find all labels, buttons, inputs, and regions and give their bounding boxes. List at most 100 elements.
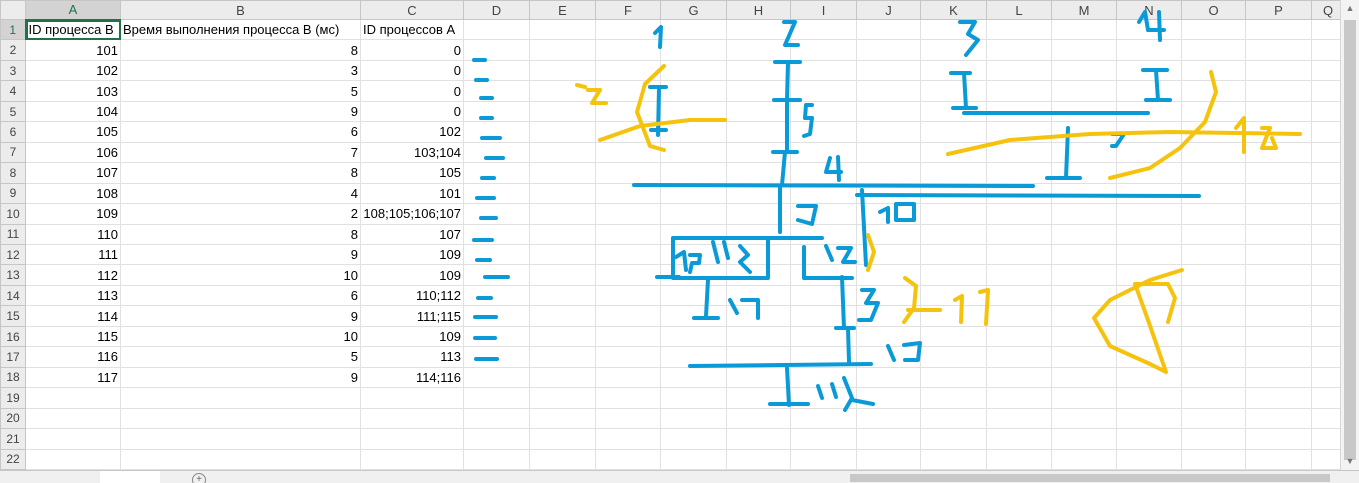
empty-cell[interactable] bbox=[463, 448, 530, 471]
row-header[interactable]: 10 bbox=[0, 203, 26, 225]
empty-cell[interactable] bbox=[856, 100, 921, 123]
cell-b[interactable] bbox=[120, 448, 361, 471]
cell-c[interactable]: 0 bbox=[360, 39, 464, 61]
column-header[interactable]: G bbox=[660, 0, 727, 20]
empty-cell[interactable] bbox=[660, 141, 727, 164]
empty-cell[interactable] bbox=[986, 141, 1052, 164]
column-header[interactable]: D bbox=[463, 0, 530, 20]
empty-cell[interactable] bbox=[1116, 243, 1182, 266]
cell-a[interactable]: 101 bbox=[25, 39, 121, 61]
column-header[interactable]: B bbox=[120, 0, 361, 20]
empty-cell[interactable] bbox=[986, 162, 1052, 184]
empty-cell[interactable] bbox=[1245, 428, 1312, 450]
empty-cell[interactable] bbox=[790, 18, 857, 41]
empty-cell[interactable] bbox=[463, 80, 530, 102]
empty-cell[interactable] bbox=[1116, 203, 1182, 225]
cell-a[interactable]: 104 bbox=[25, 100, 121, 123]
empty-cell[interactable] bbox=[595, 305, 661, 327]
empty-cell[interactable] bbox=[1116, 223, 1182, 245]
empty-cell[interactable] bbox=[1116, 100, 1182, 123]
empty-cell[interactable] bbox=[1245, 346, 1312, 368]
row-header[interactable]: 18 bbox=[0, 366, 26, 389]
empty-cell[interactable] bbox=[726, 243, 791, 266]
empty-cell[interactable] bbox=[986, 59, 1052, 82]
empty-cell[interactable] bbox=[1245, 203, 1312, 225]
cell-c[interactable]: 113 bbox=[360, 346, 464, 368]
empty-cell[interactable] bbox=[856, 141, 921, 164]
empty-cell[interactable] bbox=[595, 121, 661, 143]
empty-cell[interactable] bbox=[529, 162, 596, 184]
cell-c[interactable]: 102 bbox=[360, 121, 464, 143]
empty-cell[interactable] bbox=[529, 39, 596, 61]
scroll-up-icon[interactable]: ▲ bbox=[1341, 0, 1359, 17]
cell-a[interactable]: 108 bbox=[25, 182, 121, 205]
empty-cell[interactable] bbox=[1181, 366, 1246, 389]
empty-cell[interactable] bbox=[595, 18, 661, 41]
cell-b[interactable]: 2 bbox=[120, 203, 361, 225]
empty-cell[interactable] bbox=[726, 346, 791, 368]
empty-cell[interactable] bbox=[920, 59, 987, 82]
empty-cell[interactable] bbox=[595, 223, 661, 245]
empty-cell[interactable] bbox=[1116, 325, 1182, 348]
empty-cell[interactable] bbox=[1051, 407, 1117, 430]
row-header[interactable]: 21 bbox=[0, 428, 26, 450]
empty-cell[interactable] bbox=[529, 141, 596, 164]
column-header[interactable]: J bbox=[856, 0, 921, 20]
empty-cell[interactable] bbox=[856, 223, 921, 245]
column-header[interactable]: H bbox=[726, 0, 791, 20]
empty-cell[interactable] bbox=[595, 182, 661, 205]
empty-cell[interactable] bbox=[920, 203, 987, 225]
empty-cell[interactable] bbox=[1051, 39, 1117, 61]
empty-cell[interactable] bbox=[856, 407, 921, 430]
cell-b[interactable]: 9 bbox=[120, 305, 361, 327]
empty-cell[interactable] bbox=[660, 346, 727, 368]
empty-cell[interactable] bbox=[529, 203, 596, 225]
row-header[interactable]: 14 bbox=[0, 284, 26, 307]
cell-a[interactable] bbox=[25, 387, 121, 409]
empty-cell[interactable] bbox=[986, 39, 1052, 61]
empty-cell[interactable] bbox=[463, 100, 530, 123]
cell-a[interactable]: 115 bbox=[25, 325, 121, 348]
empty-cell[interactable] bbox=[463, 305, 530, 327]
empty-cell[interactable] bbox=[1181, 264, 1246, 286]
cell-c[interactable]: 111;115 bbox=[360, 305, 464, 327]
empty-cell[interactable] bbox=[920, 141, 987, 164]
empty-cell[interactable] bbox=[463, 59, 530, 82]
empty-cell[interactable] bbox=[1181, 203, 1246, 225]
cell-a[interactable]: 103 bbox=[25, 80, 121, 102]
empty-cell[interactable] bbox=[1245, 141, 1312, 164]
empty-cell[interactable] bbox=[1245, 448, 1312, 471]
empty-cell[interactable] bbox=[595, 428, 661, 450]
empty-cell[interactable] bbox=[1116, 366, 1182, 389]
empty-cell[interactable] bbox=[1051, 162, 1117, 184]
cell-c[interactable]: 103;104 bbox=[360, 141, 464, 164]
empty-cell[interactable] bbox=[1181, 80, 1246, 102]
empty-cell[interactable] bbox=[726, 121, 791, 143]
empty-cell[interactable] bbox=[920, 346, 987, 368]
empty-cell[interactable] bbox=[1181, 18, 1246, 41]
empty-cell[interactable] bbox=[1051, 203, 1117, 225]
cell-c[interactable]: 0 bbox=[360, 100, 464, 123]
empty-cell[interactable] bbox=[1051, 305, 1117, 327]
empty-cell[interactable] bbox=[1181, 223, 1246, 245]
empty-cell[interactable] bbox=[660, 387, 727, 409]
empty-cell[interactable] bbox=[660, 80, 727, 102]
empty-cell[interactable] bbox=[529, 407, 596, 430]
empty-cell[interactable] bbox=[856, 80, 921, 102]
empty-cell[interactable] bbox=[790, 325, 857, 348]
empty-cell[interactable] bbox=[463, 18, 530, 41]
empty-cell[interactable] bbox=[1051, 387, 1117, 409]
empty-cell[interactable] bbox=[856, 18, 921, 41]
empty-cell[interactable] bbox=[595, 346, 661, 368]
empty-cell[interactable] bbox=[463, 387, 530, 409]
cell-c[interactable]: 107 bbox=[360, 223, 464, 245]
empty-cell[interactable] bbox=[529, 325, 596, 348]
empty-cell[interactable] bbox=[595, 325, 661, 348]
select-all-corner[interactable] bbox=[0, 0, 26, 20]
empty-cell[interactable] bbox=[660, 59, 727, 82]
empty-cell[interactable] bbox=[463, 264, 530, 286]
empty-cell[interactable] bbox=[1245, 121, 1312, 143]
cell-c[interactable] bbox=[360, 387, 464, 409]
empty-cell[interactable] bbox=[920, 264, 987, 286]
cell-a[interactable]: 107 bbox=[25, 162, 121, 184]
